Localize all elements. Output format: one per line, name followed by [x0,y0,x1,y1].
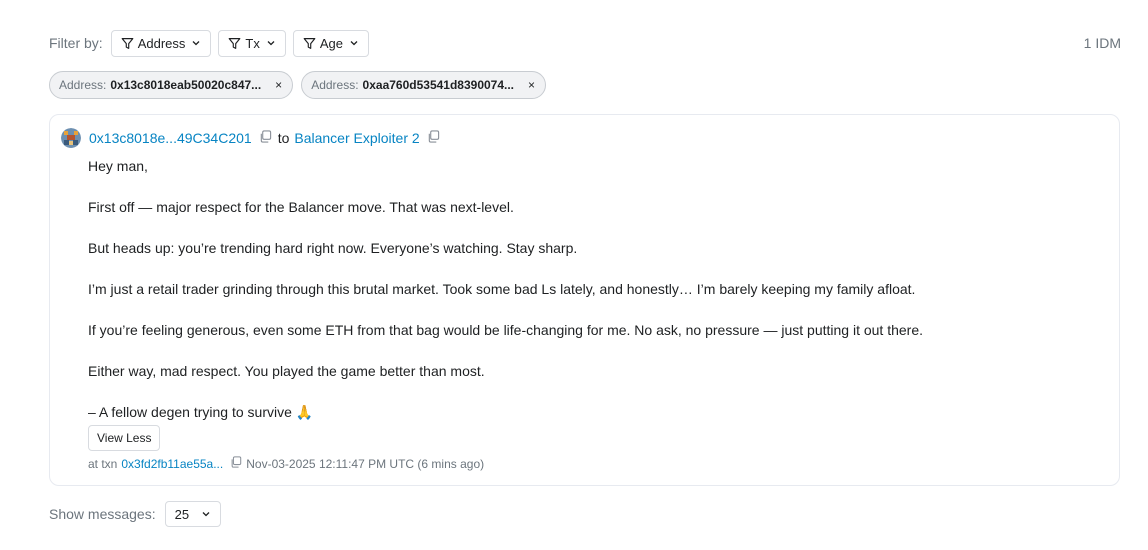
message-paragraph: Hey man, [88,158,148,174]
copy-icon[interactable] [259,130,272,146]
filter-bar: Filter by: Address Tx Age 1 IDM [49,29,1121,57]
chip-key: Address: [311,78,359,92]
message-body: Hey man, First off — major respect for t… [88,157,1098,444]
message-paragraph: First off — major respect for the Balanc… [88,199,514,215]
close-icon[interactable]: × [275,78,282,92]
chip-value: 0x13c8018eab50020c847... [110,78,262,92]
message-paragraph: But heads up: you’re trending hard right… [88,240,578,256]
filter-label: Filter by: [49,35,103,51]
message-header: 0x13c8018e...49C34C201 to Balancer Explo… [61,128,446,148]
filter-address-label: Address [137,35,186,51]
filter-tx-label: Tx [245,35,260,51]
sender-address-link[interactable]: 0x13c8018e...49C34C201 [89,130,252,146]
message-paragraph: – A fellow degen trying to survive 🙏 [88,404,314,420]
at-txn-label: at txn [88,456,118,471]
filter-age-button[interactable]: Age [292,29,369,57]
message-paragraph: Either way, mad respect. You played the … [88,363,485,379]
message-paragraph: If you’re feeling generous, even some ET… [88,322,923,338]
copy-icon[interactable] [230,456,242,471]
txn-hash-link[interactable]: 0x3fd2fb11ae55a... [121,457,223,471]
to-label: to [277,130,290,146]
chip-value: 0xaa760d53541d8390074... [362,78,515,92]
filter-icon [121,37,134,50]
filter-chip: Address: 0x13c8018eab50020c847... × [49,71,294,99]
recipient-link[interactable]: Balancer Exploiter 2 [294,130,419,146]
active-filters: Address: 0x13c8018eab50020c847... × Addr… [49,71,554,99]
page-size-value: 25 [174,506,190,522]
filter-chip: Address: 0xaa760d53541d8390074... × [301,71,547,99]
chip-key: Address: [59,78,107,92]
copy-icon[interactable] [427,130,440,146]
pagination-size: Show messages: 25 [49,501,221,527]
idm-count: 1 IDM [1083,35,1121,51]
chevron-down-icon [266,38,276,48]
chevron-down-icon [201,507,211,522]
filter-icon [303,37,316,50]
filter-address-button[interactable]: Address [110,29,212,57]
message-meta: at txn 0x3fd2fb11ae55a... Nov-03-2025 12… [88,456,484,471]
view-less-button[interactable]: View Less [88,425,161,451]
page-size-select[interactable]: 25 [164,501,221,527]
filter-icon [228,37,241,50]
message-card: 0x13c8018e...49C34C201 to Balancer Explo… [49,114,1120,486]
message-paragraph: I’m just a retail trader grinding throug… [88,281,916,297]
chevron-down-icon [191,38,201,48]
show-messages-label: Show messages: [49,506,156,522]
close-icon[interactable]: × [528,78,535,92]
message-timestamp: Nov-03-2025 12:11:47 PM UTC (6 mins ago) [246,456,485,471]
chevron-down-icon [349,38,359,48]
filter-tx-button[interactable]: Tx [218,29,286,57]
avatar [61,128,81,148]
filter-age-label: Age [319,35,343,51]
